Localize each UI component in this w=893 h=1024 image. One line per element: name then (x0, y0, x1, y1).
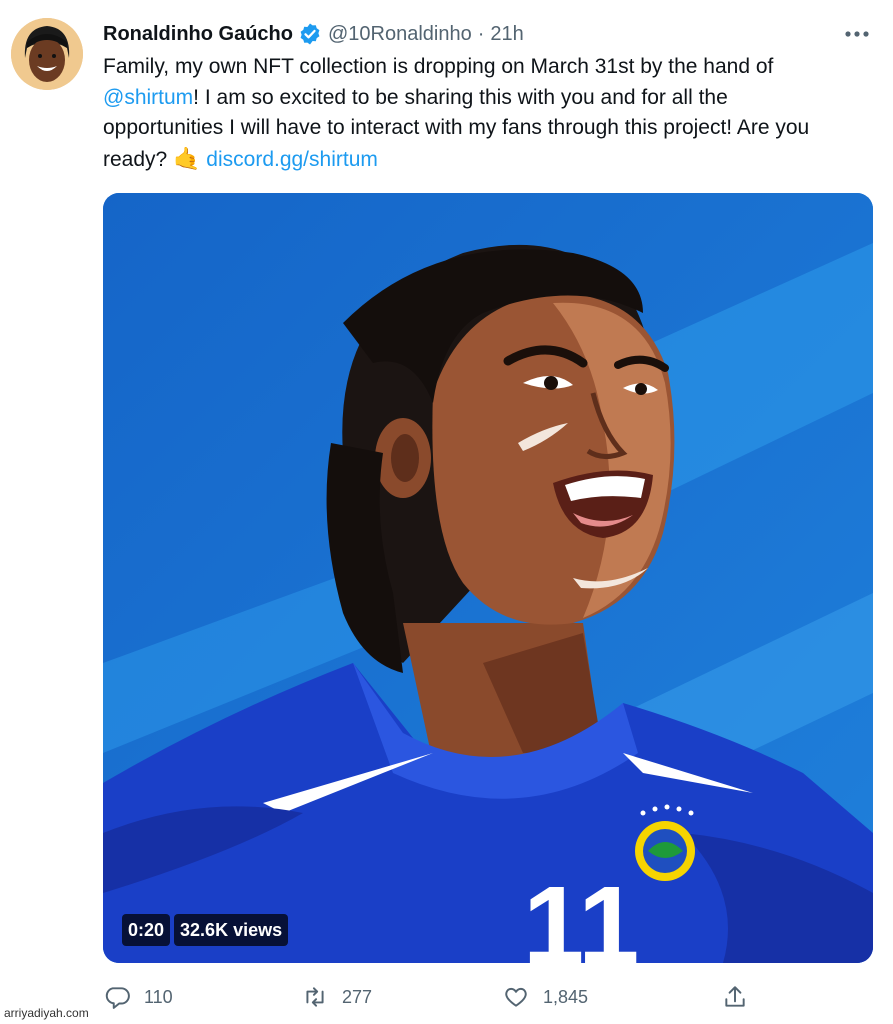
timestamp[interactable]: 21h (490, 23, 523, 46)
tweet-text: Family, my own NFT collection is droppin… (103, 52, 843, 175)
tweet-actions: 110 277 1,845 (0, 984, 893, 1014)
video-views: 32.6K views (174, 914, 289, 946)
heart-icon (505, 987, 527, 1007)
video-overlay: 0:20 32.6K views (122, 914, 289, 946)
call-me-hand-emoji: 🤙 (173, 145, 201, 171)
tweet-header: Ronaldinho Gaúcho @10Ronaldinho · 21h (103, 20, 524, 48)
watermark: arriyadiyah.com (4, 1006, 89, 1020)
avatar[interactable] (11, 18, 83, 90)
avatar-image (11, 18, 83, 90)
share-icon (725, 986, 745, 1007)
retweet-icon (306, 987, 324, 1007)
video-thumbnail-illustration: 11 (103, 193, 873, 963)
video-duration: 0:20 (122, 914, 171, 946)
reply-count: 110 (144, 986, 173, 1007)
share-button[interactable] (722, 984, 748, 1010)
verified-badge-icon (298, 22, 322, 46)
like-count: 1,845 (543, 986, 589, 1007)
more-icon[interactable] (842, 22, 872, 46)
author-name[interactable]: Ronaldinho Gaúcho (103, 23, 293, 46)
reply-icon (105, 987, 130, 1009)
retweet-count: 277 (342, 986, 373, 1007)
jersey-number: 11 (523, 864, 639, 963)
reply-button[interactable]: 110 (104, 984, 173, 1010)
text-part-1: Family, my own NFT collection is droppin… (103, 55, 774, 78)
retweet-button[interactable]: 277 (302, 984, 372, 1010)
mention-link[interactable]: @shirtum (103, 86, 193, 109)
author-handle[interactable]: @10Ronaldinho (328, 23, 472, 46)
tweet[interactable]: Ronaldinho Gaúcho @10Ronaldinho · 21h Fa… (0, 0, 893, 1024)
like-button[interactable]: 1,845 (503, 984, 588, 1010)
separator-dot: · (477, 22, 485, 45)
tweet-video[interactable]: 11 0:20 32.6K views (103, 193, 873, 963)
discord-link[interactable]: discord.gg/shirtum (206, 148, 378, 171)
